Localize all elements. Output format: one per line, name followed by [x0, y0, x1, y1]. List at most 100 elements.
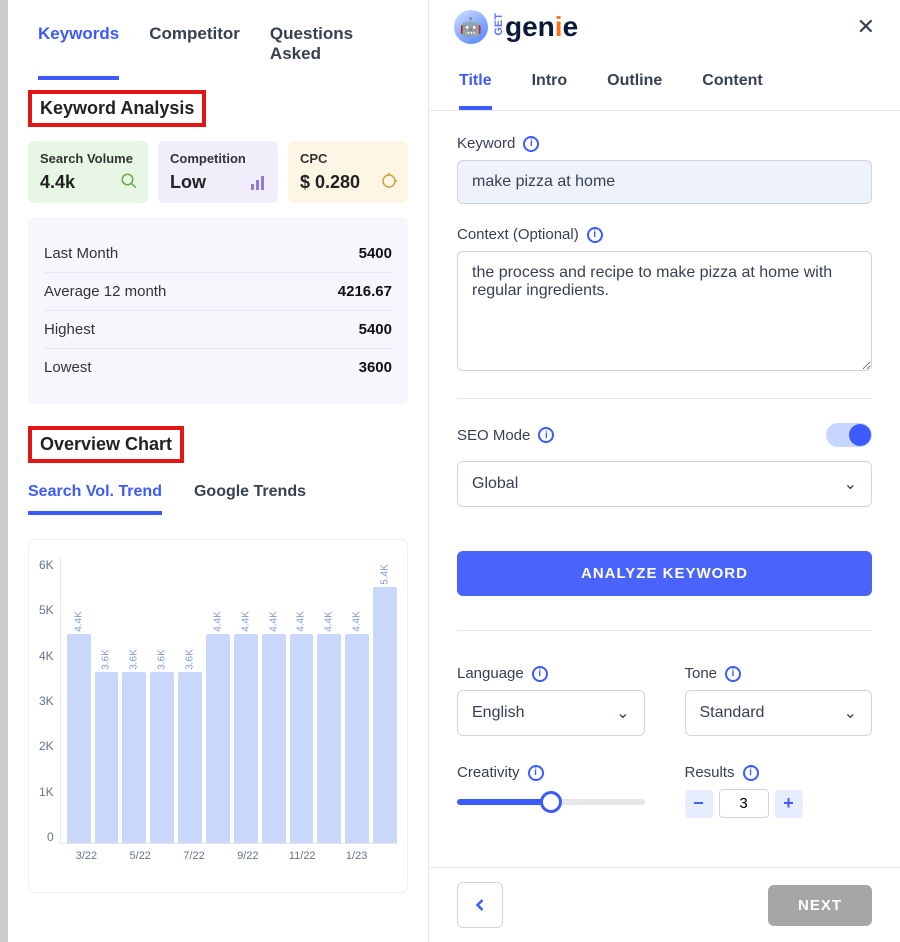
stat-value: 5400 — [359, 245, 392, 262]
x-axis: 3/224/225/226/227/228/229/2210/2211/2212… — [73, 850, 397, 862]
genie-icon: 🤖 — [454, 10, 488, 44]
bar-value-label: 5.4K — [380, 564, 391, 585]
y-tick: 5K — [39, 603, 54, 617]
context-textarea[interactable]: the process and recipe to make pizza at … — [457, 251, 872, 371]
analyze-keyword-button[interactable]: ANALYZE KEYWORD — [457, 551, 872, 596]
y-tick: 0 — [39, 830, 54, 844]
search-icon — [120, 172, 138, 195]
bar: 4.4K — [345, 634, 369, 843]
tab-intro[interactable]: Intro — [532, 72, 568, 110]
bar-value-label: 4.4K — [352, 611, 363, 632]
decrement-button[interactable]: − — [685, 790, 713, 818]
keyword-label: Keyword — [457, 135, 515, 152]
seo-mode-label: SEO Mode — [457, 427, 530, 444]
info-icon[interactable]: i — [523, 136, 539, 152]
next-button[interactable]: NEXT — [768, 885, 872, 926]
info-icon[interactable]: i — [743, 765, 759, 781]
bars-container: 4.4K3.6K3.6K3.6K3.6K4.4K4.4K4.4K4.4K4.4K… — [60, 558, 397, 844]
region-select[interactable]: Global ⌄ — [457, 461, 872, 507]
back-button[interactable] — [457, 882, 503, 928]
toggle-knob — [849, 424, 871, 446]
stat-value: 5400 — [359, 321, 392, 338]
results-input[interactable] — [719, 789, 769, 818]
footer-bar: NEXT — [429, 867, 900, 942]
section-overview-chart: Overview Chart — [28, 426, 184, 463]
keyword-input[interactable] — [457, 160, 872, 204]
tone-select[interactable]: Standard ⌄ — [685, 690, 873, 736]
keywords-panel: Keywords Competitor Questions Asked Keyw… — [8, 0, 428, 942]
language-select[interactable]: English ⌄ — [457, 690, 645, 736]
seo-mode-toggle[interactable] — [826, 423, 872, 447]
metric-label: Search Volume — [40, 151, 136, 166]
stat-row: Last Month 5400 — [44, 235, 392, 273]
chevron-down-icon: ⌄ — [616, 703, 629, 723]
bar-value-label: 3.6K — [185, 649, 196, 670]
stat-value: 4216.67 — [338, 283, 392, 300]
stats-box: Last Month 5400 Average 12 month 4216.67… — [28, 217, 408, 404]
subtab-search-vol-trend[interactable]: Search Vol. Trend — [28, 483, 162, 515]
bar: 4.4K — [234, 634, 258, 843]
scrollbar-track-left — [0, 0, 8, 942]
bar: 3.6K — [122, 672, 146, 843]
bar-value-label: 3.6K — [129, 649, 140, 670]
bar: 4.4K — [206, 634, 230, 843]
info-icon[interactable]: i — [532, 666, 548, 682]
tone-value: Standard — [700, 704, 765, 722]
y-tick: 3K — [39, 694, 54, 708]
info-icon[interactable]: i — [725, 666, 741, 682]
x-tick: 7/22 — [181, 850, 208, 862]
stat-row: Lowest 3600 — [44, 349, 392, 386]
creativity-slider[interactable] — [457, 799, 645, 805]
x-tick: 9/22 — [234, 850, 261, 862]
bar-value-label: 3.6K — [157, 649, 168, 670]
metric-competition: Competition Low — [158, 141, 278, 203]
increment-button[interactable]: + — [775, 790, 803, 818]
metric-search-volume: Search Volume 4.4k — [28, 141, 148, 203]
stat-value: 3600 — [359, 359, 392, 376]
x-tick: 5/22 — [127, 850, 154, 862]
metric-cpc: CPC $ 0.280 — [288, 141, 408, 203]
bar: 4.4K — [290, 634, 314, 843]
bar-value-label: 4.4K — [240, 611, 251, 632]
y-axis: 6K 5K 4K 3K 2K 1K 0 — [39, 558, 60, 844]
creativity-label: Creativity — [457, 764, 520, 781]
tab-questions-asked[interactable]: Questions Asked — [270, 24, 398, 80]
info-icon[interactable]: i — [587, 227, 603, 243]
stat-label: Highest — [44, 321, 95, 338]
language-value: English — [472, 704, 524, 722]
chevron-down-icon: ⌄ — [844, 474, 857, 494]
bar: 3.6K — [178, 672, 202, 843]
results-label: Results — [685, 764, 735, 781]
language-label: Language — [457, 665, 524, 682]
info-icon[interactable]: i — [528, 765, 544, 781]
bar-value-label: 4.4K — [212, 611, 223, 632]
metric-label: Competition — [170, 151, 266, 166]
subtab-google-trends[interactable]: Google Trends — [194, 483, 306, 515]
section-keyword-analysis: Keyword Analysis — [28, 90, 206, 127]
stat-label: Average 12 month — [44, 283, 166, 300]
bar-value-label: 4.4K — [73, 611, 84, 632]
bar: 3.6K — [95, 672, 119, 843]
tone-label: Tone — [685, 665, 718, 682]
metric-label: CPC — [300, 151, 396, 166]
bar: 3.6K — [150, 672, 174, 843]
bar: 5.4K — [373, 587, 397, 844]
bar-value-label: 4.4K — [296, 611, 307, 632]
x-tick: 11/22 — [289, 850, 316, 862]
bar-value-label: 3.6K — [101, 649, 112, 670]
tab-outline[interactable]: Outline — [607, 72, 662, 110]
chart-sub-tabs: Search Vol. Trend Google Trends — [28, 483, 408, 515]
bar-value-label: 4.4K — [324, 611, 335, 632]
info-icon[interactable]: i — [538, 427, 554, 443]
tab-title[interactable]: Title — [459, 72, 492, 110]
tab-content[interactable]: Content — [702, 72, 762, 110]
region-value: Global — [472, 475, 518, 493]
bar: 4.4K — [67, 634, 91, 843]
right-panel: 🤖 GETgenie ✕ Title Intro Outline Content… — [428, 0, 900, 942]
x-tick: 3/22 — [73, 850, 100, 862]
tab-competitor[interactable]: Competitor — [149, 24, 240, 80]
tab-keywords[interactable]: Keywords — [38, 24, 119, 80]
chevron-down-icon: ⌄ — [844, 703, 857, 723]
slider-knob[interactable] — [540, 791, 562, 813]
close-icon[interactable]: ✕ — [857, 14, 875, 40]
